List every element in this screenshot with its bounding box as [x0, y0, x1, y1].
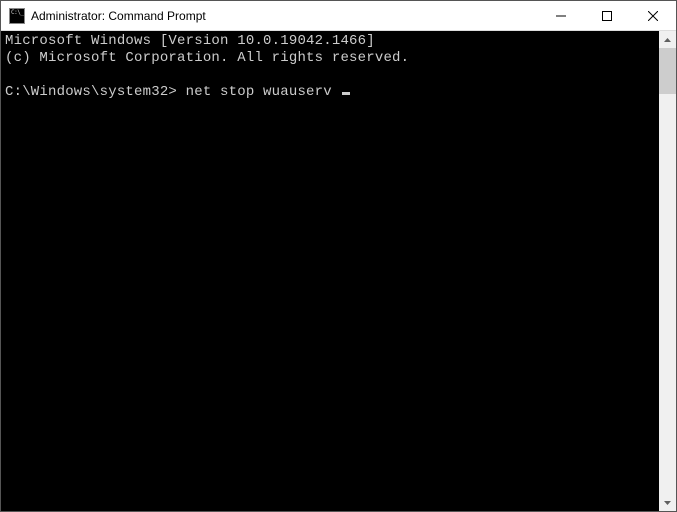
scroll-up-button[interactable] — [659, 31, 676, 48]
window-controls — [538, 1, 676, 30]
terminal-prompt: C:\Windows\system32> — [5, 84, 177, 100]
close-button[interactable] — [630, 1, 676, 30]
window: Administrator: Command Prompt Microsoft … — [0, 0, 677, 512]
client-area: Microsoft Windows [Version 10.0.19042.14… — [1, 31, 676, 511]
maximize-button[interactable] — [584, 1, 630, 30]
scroll-track[interactable] — [659, 94, 676, 494]
terminal-command: net stop wuauserv — [186, 84, 332, 100]
terminal-line-2: (c) Microsoft Corporation. All rights re… — [5, 50, 409, 66]
titlebar[interactable]: Administrator: Command Prompt — [1, 1, 676, 31]
scroll-down-button[interactable] — [659, 494, 676, 511]
window-title: Administrator: Command Prompt — [31, 9, 206, 23]
vertical-scrollbar[interactable] — [659, 31, 676, 511]
terminal-line-1: Microsoft Windows [Version 10.0.19042.14… — [5, 33, 375, 49]
cmd-icon — [9, 8, 25, 24]
minimize-button[interactable] — [538, 1, 584, 30]
terminal[interactable]: Microsoft Windows [Version 10.0.19042.14… — [1, 31, 659, 511]
scroll-thumb[interactable] — [659, 48, 676, 94]
cursor — [342, 92, 350, 95]
